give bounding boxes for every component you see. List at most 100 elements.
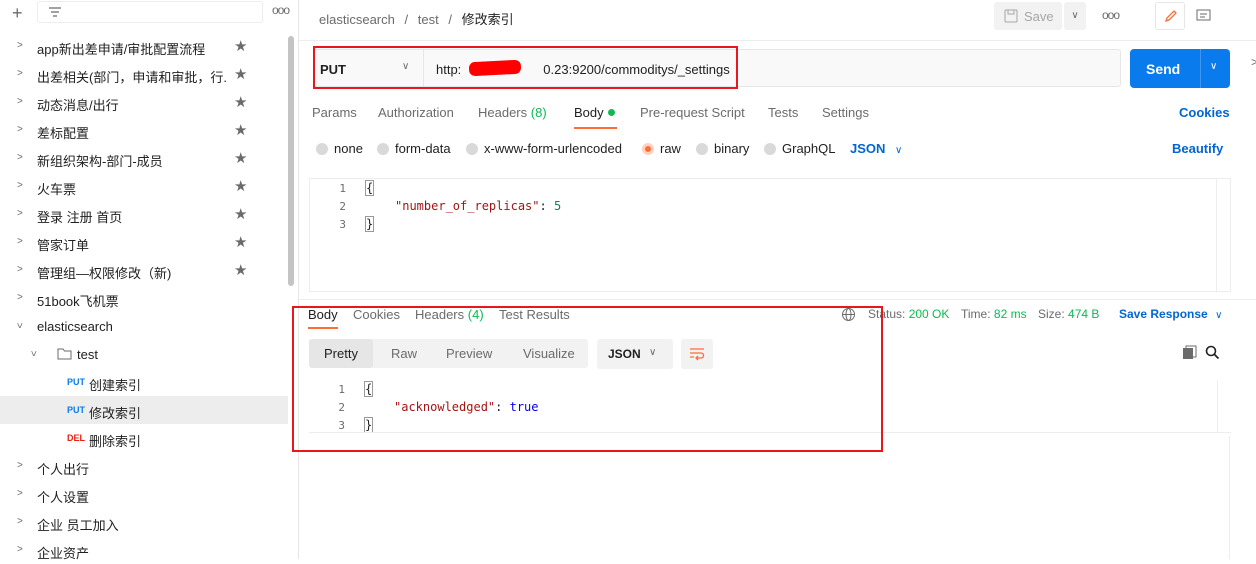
sidebar-item[interactable]: > 差标配置 ★	[0, 116, 288, 144]
tab-headers[interactable]: Headers (8)	[478, 105, 547, 120]
code-brace-open: {	[364, 180, 375, 196]
response-size[interactable]: Size: 474 B	[1038, 307, 1099, 321]
sidebar-item-test[interactable]: > test	[0, 340, 288, 368]
tab-tests[interactable]: Tests	[768, 105, 798, 120]
radio-circle	[764, 143, 776, 155]
tab-body[interactable]: Body	[574, 105, 615, 120]
filter-input[interactable]	[37, 1, 263, 23]
sidebar-item-label: 差标配置	[37, 126, 90, 141]
star-icon[interactable]: ★	[234, 261, 247, 279]
breadcrumb-current[interactable]: 修改索引	[462, 12, 514, 27]
star-icon[interactable]: ★	[234, 93, 247, 111]
status-value: 200 OK	[908, 307, 950, 321]
chevron-down-icon: >	[13, 322, 25, 329]
sidebar-item[interactable]: > 管家订单 ★	[0, 228, 288, 256]
edit-mode-button[interactable]	[1155, 2, 1185, 30]
json-key: "number_of_replicas"	[395, 199, 540, 213]
body-language-select[interactable]: JSON ∨	[850, 141, 902, 156]
sidebar-request-create-index[interactable]: PUT 创建索引	[0, 368, 288, 396]
chevron-down-icon: ∨	[1071, 10, 1079, 21]
save-dropdown-button[interactable]: ∨	[1064, 2, 1086, 30]
copy-icon[interactable]	[1182, 345, 1197, 360]
chevron-down-icon: ∨	[895, 145, 903, 156]
radio-urlencoded[interactable]: x-www-form-urlencoded	[466, 141, 622, 156]
more-options-icon[interactable]: ooo	[1102, 8, 1120, 22]
radio-raw[interactable]: raw	[642, 141, 681, 156]
highlight-box-response	[292, 306, 883, 452]
response-time[interactable]: Time: 82 ms	[961, 307, 1027, 321]
sidebar-item-label: 创建索引	[89, 378, 142, 393]
more-icon[interactable]: ooo	[272, 3, 290, 17]
sidebar-item[interactable]: > 51book飞机票	[0, 284, 288, 312]
line-number: 2	[339, 200, 346, 213]
sidebar-item-label: 管理组—权限修改（新)	[37, 266, 172, 281]
star-icon[interactable]: ★	[234, 233, 247, 251]
sidebar-item[interactable]: > 登录 注册 首页 ★	[0, 200, 288, 228]
star-icon[interactable]: ★	[234, 65, 247, 83]
sidebar-scrollbar[interactable]	[288, 36, 294, 286]
chevron-right-icon: >	[17, 208, 23, 219]
chevron-down-icon[interactable]: ∨	[1210, 61, 1217, 72]
star-icon[interactable]: ★	[234, 149, 247, 167]
sidebar-item[interactable]: > app新出差申请/审批配置流程 ★	[0, 32, 288, 60]
chevron-right-icon: >	[17, 68, 23, 79]
tab-params[interactable]: Params	[312, 105, 357, 120]
beautify-link[interactable]: Beautify	[1172, 141, 1223, 156]
cookies-link[interactable]: Cookies	[1179, 105, 1230, 120]
sidebar-item-elasticsearch[interactable]: > elasticsearch	[0, 312, 288, 340]
sidebar-item[interactable]: > 企业 员工加入	[0, 508, 288, 536]
tab-headers-label: Headers	[478, 105, 528, 120]
documentation-button[interactable]	[1189, 2, 1219, 30]
radio-form-data[interactable]: form-data	[377, 141, 451, 156]
viewer-scrollbar[interactable]	[1217, 380, 1231, 432]
sidebar-item[interactable]: > 个人出行	[0, 452, 288, 480]
sidebar-item[interactable]: > 动态消息/出行 ★	[0, 88, 288, 116]
radio-none[interactable]: none	[316, 141, 363, 156]
sidebar-item[interactable]: > 管理组—权限修改（新) ★	[0, 256, 288, 284]
folder-icon	[57, 348, 72, 360]
breadcrumb-separator: /	[448, 12, 452, 27]
sidebar-request-modify-index[interactable]: PUT 修改索引	[0, 396, 288, 424]
save-response-button[interactable]: Save Response ∨	[1119, 307, 1222, 321]
radio-label: raw	[660, 141, 681, 156]
sidebar-request-delete-index[interactable]: DEL 删除索引	[0, 424, 288, 452]
breadcrumb-collection[interactable]: elasticsearch	[319, 12, 395, 27]
save-button[interactable]: Save	[994, 2, 1062, 30]
tab-authorization[interactable]: Authorization	[378, 105, 454, 120]
send-button[interactable]: Send ∨	[1130, 49, 1230, 88]
sidebar-item-label: 企业资产	[37, 546, 90, 561]
radio-graphql[interactable]: GraphQL	[764, 141, 835, 156]
star-icon[interactable]: ★	[234, 177, 247, 195]
sidebar-item[interactable]: > 个人设置	[0, 480, 288, 508]
sidebar-item-label: app新出差申请/审批配置流程	[37, 42, 206, 57]
chevron-right-icon: >	[17, 460, 23, 471]
sidebar-item[interactable]: > 出差相关(部门，申请和审批，行... ★	[0, 60, 288, 88]
radio-binary[interactable]: binary	[696, 141, 749, 156]
method-badge: PUT	[67, 405, 85, 415]
request-body-editor[interactable]: 1 2 3 { "number_of_replicas": 5 }	[309, 178, 1231, 292]
pencil-icon	[1164, 10, 1177, 23]
method-badge: PUT	[67, 377, 85, 387]
breadcrumb-folder[interactable]: test	[418, 12, 439, 27]
editor-scrollbar[interactable]	[1216, 179, 1230, 291]
star-icon[interactable]: ★	[234, 121, 247, 139]
request-workspace: elasticsearch / test / 修改索引 Save ∨ ooo P…	[292, 0, 1256, 559]
right-panel-edge-icon[interactable]: >	[1251, 55, 1256, 69]
add-icon[interactable]: +	[12, 3, 23, 24]
sidebar-item[interactable]: > 企业资产	[0, 536, 288, 564]
radio-circle	[377, 143, 389, 155]
sidebar-item[interactable]: > 火车票 ★	[0, 172, 288, 200]
tab-prerequest-script[interactable]: Pre-request Script	[640, 105, 745, 120]
radio-circle	[466, 143, 478, 155]
tab-settings[interactable]: Settings	[822, 105, 869, 120]
tab-headers-count: (8)	[530, 105, 547, 120]
star-icon[interactable]: ★	[234, 37, 247, 55]
send-label: Send	[1146, 61, 1181, 77]
sidebar-item-label: 新组织架构-部门-成员	[37, 154, 163, 169]
chevron-right-icon: >	[17, 96, 23, 107]
search-icon[interactable]	[1205, 345, 1220, 360]
sidebar-item[interactable]: > 新组织架构-部门-成员 ★	[0, 144, 288, 172]
chevron-right-icon: >	[17, 180, 23, 191]
sidebar-item-label: 企业 员工加入	[37, 518, 119, 533]
star-icon[interactable]: ★	[234, 205, 247, 223]
